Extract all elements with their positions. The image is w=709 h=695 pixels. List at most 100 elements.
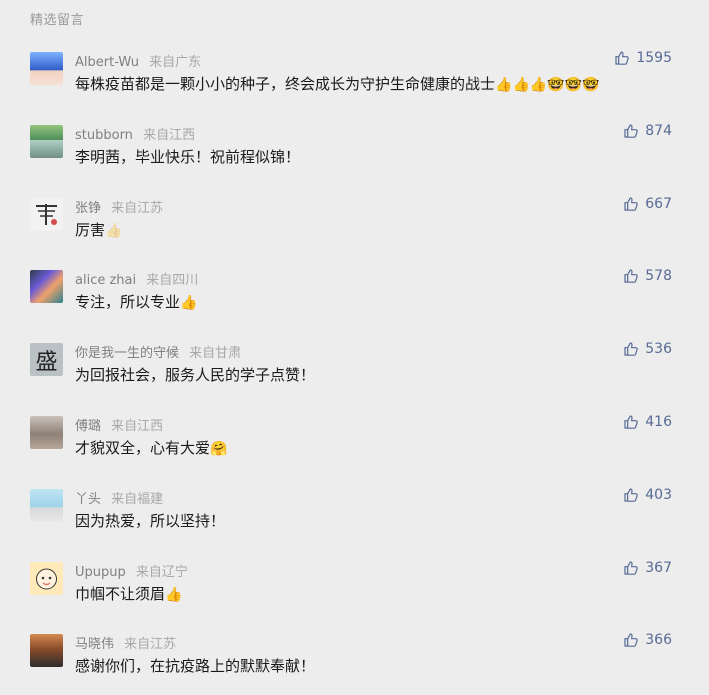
comment-item: 马晓伟 来自江苏 感谢你们，在抗疫路上的默默奉献！ 366 [0, 622, 709, 695]
comment-text: 巾帼不让须眉 [75, 584, 166, 603]
avatar[interactable] [30, 634, 63, 668]
avatar[interactable] [30, 197, 63, 231]
avatar[interactable] [30, 270, 63, 304]
comment-item: 盛 你是我一生的守候 来自甘肃 为回报社会，服务人民的学子点赞！ 536 [0, 331, 709, 404]
like-count: 578 [645, 268, 672, 285]
avatar[interactable] [30, 488, 63, 522]
comment-text: 李明茜，毕业快乐！祝前程似锦！ [75, 147, 301, 166]
comment-content: 李明茜，毕业快乐！祝前程似锦！ [75, 146, 300, 167]
comment-content: 为回报社会，服务人民的学子点赞！ [75, 364, 315, 385]
like-button[interactable]: 416 [623, 414, 672, 430]
comment-text: 为回报社会，服务人民的学子点赞！ [75, 366, 316, 385]
like-count: 874 [645, 122, 672, 139]
like-button[interactable]: 667 [623, 196, 672, 212]
comment-emoji: 👍 [105, 222, 123, 239]
comment-nickname[interactable]: 马晓伟 [75, 637, 114, 652]
comment-nickname[interactable]: Albert-Wu [75, 55, 139, 70]
comment-location: 来自江西 [111, 418, 164, 434]
comment-item: 傅璐 来自江西 才貌双全，心有大爱🤗 416 [0, 404, 709, 477]
thumbs-up-icon [624, 488, 639, 502]
thumbs-up-icon [615, 51, 630, 65]
comment-item: stubborn 来自江西 李明茜，毕业快乐！祝前程似锦！ 874 [0, 113, 709, 186]
comment-meta: 马晓伟 来自江苏 [75, 633, 176, 652]
comment-location: 来自广东 [149, 55, 202, 70]
like-button[interactable]: 1595 [614, 50, 672, 66]
comment-emoji: 👍 [180, 295, 198, 312]
comment-meta: stubborn 来自江西 [75, 124, 195, 143]
comment-meta: 张铮 来自江苏 [75, 197, 163, 216]
comment-content: 才貌双全，心有大爱🤗 [75, 437, 227, 458]
calligraphy-avatar-art [36, 203, 57, 225]
comment-nickname[interactable]: Upupup [75, 565, 126, 580]
comment-item: Upupup 来自辽宁 巾帼不让须眉👍 367 [0, 550, 709, 623]
avatar[interactable] [30, 415, 63, 449]
thumbs-up-icon [624, 633, 639, 648]
comment-item: 丫头 来自福建 因为热爱，所以坚持！ 403 [0, 477, 709, 550]
thumbs-up-icon [624, 196, 639, 211]
like-count: 536 [645, 341, 672, 358]
comment-nickname[interactable]: 丫头 [75, 492, 101, 507]
like-button[interactable]: 403 [623, 487, 672, 503]
comment-nickname[interactable]: alice zhai [75, 273, 136, 288]
comment-text: 每株疫苗都是一颗小小的种子，终会成长为守护生命健康的战士 [75, 75, 496, 93]
comment-location: 来自江苏 [111, 200, 164, 216]
like-count: 367 [645, 559, 672, 576]
avatar[interactable] [30, 561, 63, 595]
comment-text: 感谢你们，在抗疫路上的默默奉献！ [75, 657, 316, 676]
comment-meta: alice zhai 来自四川 [75, 269, 198, 288]
comment-emoji: 👍👍👍🤓🤓🤓 [495, 77, 600, 93]
comment-nickname[interactable]: 傅璐 [75, 419, 101, 434]
cartoon-avatar-art [36, 568, 57, 590]
avatar[interactable]: 盛 [30, 343, 63, 377]
like-count: 667 [645, 195, 672, 212]
comment-text: 因为热爱，所以坚持！ [75, 511, 226, 530]
thumbs-up-icon [624, 415, 639, 429]
comment-emoji: 🤗 [210, 440, 228, 457]
like-count: 366 [645, 632, 672, 649]
comment-meta: Upupup 来自辽宁 [75, 561, 188, 580]
thumbs-up-icon [624, 269, 639, 284]
comment-nickname[interactable]: 张铮 [75, 201, 101, 216]
comment-content: 厉害👍 [75, 219, 122, 240]
comment-text: 厉害 [75, 220, 106, 239]
comment-content: 因为热爱，所以坚持！ [75, 510, 225, 531]
comment-content: 每株疫苗都是一颗小小的种子，终会成长为守护生命健康的战士👍👍👍🤓🤓🤓 [75, 73, 600, 94]
like-count: 403 [645, 486, 672, 503]
comment-content: 巾帼不让须眉👍 [75, 583, 182, 604]
comment-content: 专注，所以专业👍 [75, 291, 197, 312]
comment-item: alice zhai 来自四川 专注，所以专业👍 578 [0, 258, 709, 331]
like-button[interactable]: 536 [623, 341, 672, 357]
comment-emoji: 👍 [165, 586, 183, 603]
comment-location: 来自福建 [111, 491, 164, 507]
like-count: 416 [645, 413, 672, 430]
comment-meta: 傅璐 来自江西 [75, 415, 163, 434]
comment-meta: 丫头 来自福建 [75, 488, 163, 507]
like-button[interactable]: 874 [623, 123, 672, 139]
like-count: 1595 [636, 50, 672, 66]
thumbs-up-icon [624, 560, 639, 575]
comment-location: 来自江西 [143, 127, 196, 143]
comment-content: 感谢你们，在抗疫路上的默默奉献！ [75, 655, 315, 676]
comment-text: 专注，所以专业 [75, 293, 181, 312]
comment-item: Albert-Wu 来自广东 每株疫苗都是一颗小小的种子，终会成长为守护生命健康… [0, 40, 709, 113]
comment-meta: 你是我一生的守候 来自甘肃 [75, 342, 241, 361]
comment-list: Albert-Wu 来自广东 每株疫苗都是一颗小小的种子，终会成长为守护生命健康… [0, 40, 709, 695]
comment-location: 来自辽宁 [135, 564, 188, 580]
section-title: 精选留言 [30, 13, 85, 28]
comment-nickname[interactable]: 你是我一生的守候 [75, 346, 179, 361]
like-button[interactable]: 367 [623, 560, 672, 576]
avatar[interactable] [30, 52, 63, 85]
comment-location: 来自甘肃 [189, 346, 242, 362]
avatar-calligraphy: 盛 [35, 349, 58, 375]
comment-item: 张铮 来自江苏 厉害👍 667 [0, 186, 709, 259]
thumbs-up-icon [624, 124, 639, 138]
comment-meta: Albert-Wu 来自广东 [75, 51, 201, 70]
like-button[interactable]: 578 [623, 268, 672, 284]
comment-location: 来自四川 [146, 273, 199, 289]
like-button[interactable]: 366 [623, 632, 672, 648]
comment-location: 来自江苏 [124, 637, 177, 653]
avatar[interactable] [30, 124, 63, 158]
comment-nickname[interactable]: stubborn [75, 128, 133, 143]
thumbs-up-icon [624, 342, 639, 356]
comment-text: 才貌双全，心有大爱 [75, 438, 211, 457]
